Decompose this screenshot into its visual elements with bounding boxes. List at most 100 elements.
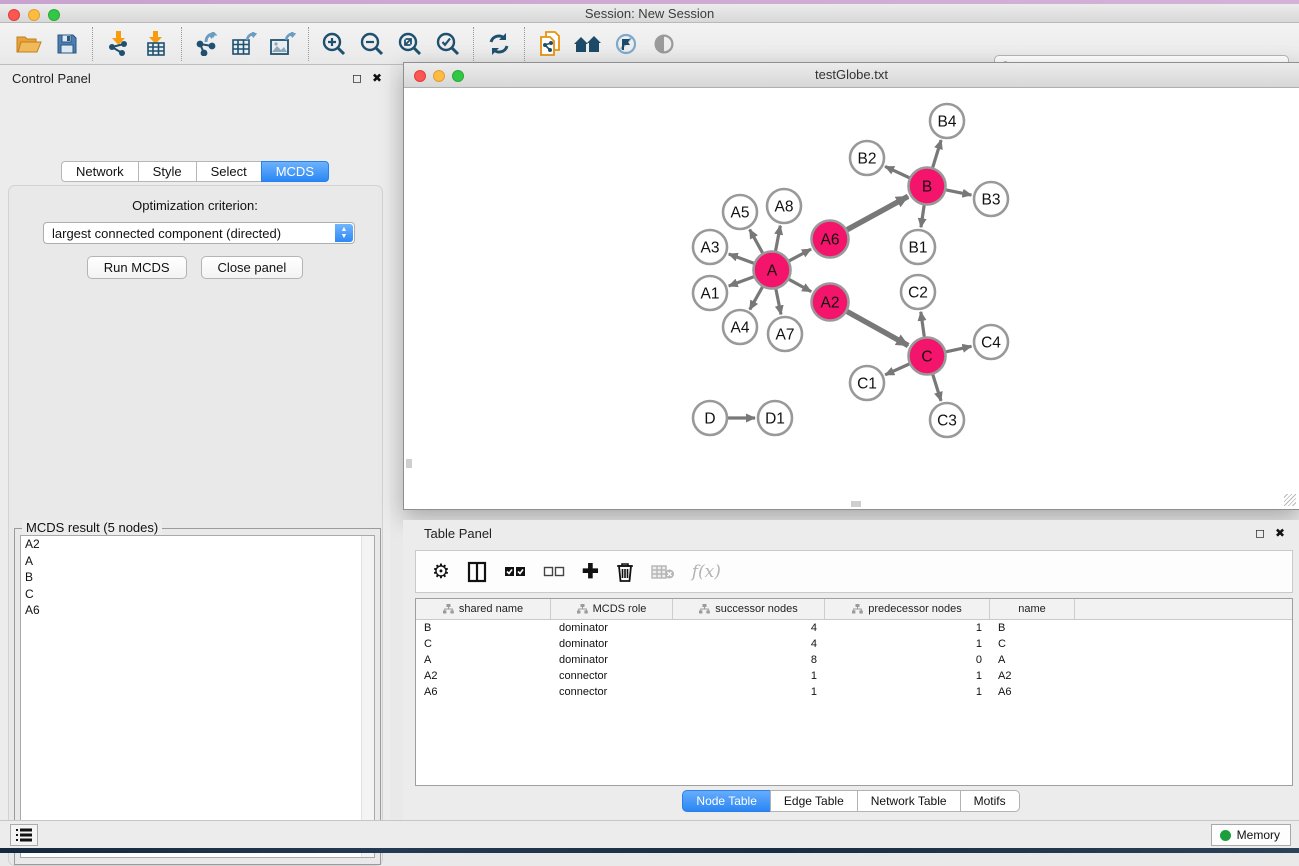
close-panel-icon[interactable]: ✖ bbox=[372, 71, 382, 85]
import-network-icon[interactable] bbox=[99, 27, 137, 61]
edge-C-C2[interactable] bbox=[921, 312, 924, 337]
canvas-bottom-scroll-nub[interactable] bbox=[851, 501, 861, 507]
graph-node-C1[interactable]: C1 bbox=[850, 366, 884, 400]
cell-name[interactable]: A2 bbox=[990, 668, 1075, 684]
graph-node-A2[interactable]: A2 bbox=[812, 284, 849, 321]
cell-successor-nodes[interactable]: 8 bbox=[673, 652, 825, 668]
task-history-button[interactable] bbox=[10, 824, 38, 846]
add-column-icon[interactable]: ✚ bbox=[582, 559, 599, 584]
export-image-icon[interactable] bbox=[264, 27, 302, 61]
edge-C-C1[interactable] bbox=[885, 364, 909, 375]
cell-successor-nodes[interactable]: 1 bbox=[673, 684, 825, 700]
edge-A-A8[interactable] bbox=[776, 226, 781, 251]
edge-A6-B[interactable] bbox=[847, 196, 908, 229]
run-mcds-button[interactable]: Run MCDS bbox=[87, 256, 187, 279]
graph-node-D[interactable]: D bbox=[693, 401, 727, 435]
zoom-out-icon[interactable] bbox=[353, 27, 391, 61]
cell-predecessor-nodes[interactable]: 1 bbox=[825, 620, 990, 636]
result-list-item[interactable]: C bbox=[21, 586, 374, 603]
tab-select[interactable]: Select bbox=[196, 161, 261, 182]
zoom-in-icon[interactable] bbox=[315, 27, 353, 61]
show-column-icon[interactable] bbox=[467, 561, 487, 583]
main-titlebar[interactable]: Session: New Session bbox=[0, 4, 1299, 23]
graph-node-C4[interactable]: C4 bbox=[974, 325, 1008, 359]
cell-shared-name[interactable]: A2 bbox=[416, 668, 551, 684]
network-canvas[interactable]: B4B2BB3B1A5A8A6A3AA1A2C2A4A7CC1C4C3DD1 bbox=[406, 89, 1297, 507]
graph-node-C[interactable]: C bbox=[909, 338, 946, 375]
cell-MCDS-role[interactable]: connector bbox=[551, 668, 673, 684]
cell-shared-name[interactable]: B bbox=[416, 620, 551, 636]
column-header-predecessor-nodes[interactable]: predecessor nodes bbox=[825, 599, 990, 619]
edge-A-A6[interactable] bbox=[789, 249, 811, 261]
table-row[interactable]: Cdominator41C bbox=[416, 636, 1292, 652]
edge-B-B2[interactable] bbox=[885, 166, 909, 177]
export-table-icon[interactable] bbox=[226, 27, 264, 61]
graph-node-B2[interactable]: B2 bbox=[850, 141, 884, 175]
graph-node-D1[interactable]: D1 bbox=[758, 401, 792, 435]
cell-MCDS-role[interactable]: dominator bbox=[551, 652, 673, 668]
show-graphics-details-icon[interactable] bbox=[645, 27, 683, 61]
column-header-shared-name[interactable]: shared name bbox=[416, 599, 551, 619]
cell-predecessor-nodes[interactable]: 1 bbox=[825, 668, 990, 684]
edge-B-B4[interactable] bbox=[933, 140, 941, 167]
delete-column-icon[interactable] bbox=[616, 561, 634, 583]
table-row[interactable]: Adominator80A bbox=[416, 652, 1292, 668]
function-builder-icon[interactable]: f(x) bbox=[692, 562, 721, 582]
zoom-fit-icon[interactable] bbox=[391, 27, 429, 61]
edge-A-A2[interactable] bbox=[789, 279, 811, 291]
mcds-result-list[interactable]: A2ABCA6 bbox=[20, 535, 375, 858]
column-header-name[interactable]: name bbox=[990, 599, 1075, 619]
cell-successor-nodes[interactable]: 4 bbox=[673, 620, 825, 636]
cell-MCDS-role[interactable]: connector bbox=[551, 684, 673, 700]
save-session-icon[interactable] bbox=[48, 27, 86, 61]
graph-node-A1[interactable]: A1 bbox=[693, 276, 727, 310]
criterion-dropdown[interactable]: largest connected component (directed) ▲… bbox=[43, 222, 355, 244]
cell-successor-nodes[interactable]: 4 bbox=[673, 636, 825, 652]
deselect-all-icon[interactable] bbox=[543, 566, 565, 578]
tab-edge-table[interactable]: Edge Table bbox=[770, 790, 857, 812]
cell-shared-name[interactable]: A6 bbox=[416, 684, 551, 700]
cell-predecessor-nodes[interactable]: 1 bbox=[825, 636, 990, 652]
result-list-item[interactable]: A bbox=[21, 553, 374, 570]
graph-node-C3[interactable]: C3 bbox=[930, 403, 964, 437]
graph-node-A3[interactable]: A3 bbox=[693, 230, 727, 264]
table-row[interactable]: A2connector11A2 bbox=[416, 668, 1292, 684]
edge-C-C4[interactable] bbox=[946, 346, 971, 352]
graph-node-A8[interactable]: A8 bbox=[767, 189, 801, 223]
graph-node-B4[interactable]: B4 bbox=[930, 104, 964, 138]
graph-node-A7[interactable]: A7 bbox=[768, 317, 802, 351]
close-table-panel-icon[interactable]: ✖ bbox=[1275, 526, 1285, 540]
close-panel-button[interactable]: Close panel bbox=[201, 256, 304, 279]
tab-style[interactable]: Style bbox=[138, 161, 196, 182]
float-panel-icon[interactable]: ◻ bbox=[352, 71, 362, 85]
cell-MCDS-role[interactable]: dominator bbox=[551, 636, 673, 652]
tab-node-table[interactable]: Node Table bbox=[682, 790, 770, 812]
home-icon[interactable] bbox=[569, 27, 607, 61]
new-network-from-selection-icon[interactable] bbox=[531, 27, 569, 61]
edge-A-A3[interactable] bbox=[729, 254, 754, 263]
zoom-selected-icon[interactable] bbox=[429, 27, 467, 61]
cell-shared-name[interactable]: A bbox=[416, 652, 551, 668]
delete-table-icon[interactable] bbox=[651, 564, 675, 580]
edge-A2-C[interactable] bbox=[847, 311, 908, 345]
cell-name[interactable]: A bbox=[990, 652, 1075, 668]
table-row[interactable]: A6connector11A6 bbox=[416, 684, 1292, 700]
export-network-icon[interactable] bbox=[188, 27, 226, 61]
column-header-MCDS-role[interactable]: MCDS role bbox=[551, 599, 673, 619]
memory-button[interactable]: Memory bbox=[1211, 824, 1291, 846]
edge-A-A1[interactable] bbox=[729, 277, 754, 286]
edge-A-A5[interactable] bbox=[750, 230, 763, 253]
window-resize-grip[interactable] bbox=[1284, 494, 1296, 506]
result-list-scrollbar[interactable] bbox=[361, 536, 374, 857]
graph-node-B3[interactable]: B3 bbox=[974, 182, 1008, 216]
refresh-icon[interactable] bbox=[480, 27, 518, 61]
graph-node-B[interactable]: B bbox=[909, 168, 946, 205]
import-table-icon[interactable] bbox=[137, 27, 175, 61]
tab-network-table[interactable]: Network Table bbox=[857, 790, 960, 812]
network-graph[interactable]: B4B2BB3B1A5A8A6A3AA1A2C2A4A7CC1C4C3DD1 bbox=[406, 89, 1299, 510]
table-options-gear-icon[interactable]: ⚙ bbox=[432, 559, 450, 584]
open-file-icon[interactable] bbox=[10, 27, 48, 61]
tab-mcds[interactable]: MCDS bbox=[261, 161, 329, 182]
graph-node-A[interactable]: A bbox=[754, 252, 791, 289]
edge-A-A4[interactable] bbox=[750, 287, 763, 310]
